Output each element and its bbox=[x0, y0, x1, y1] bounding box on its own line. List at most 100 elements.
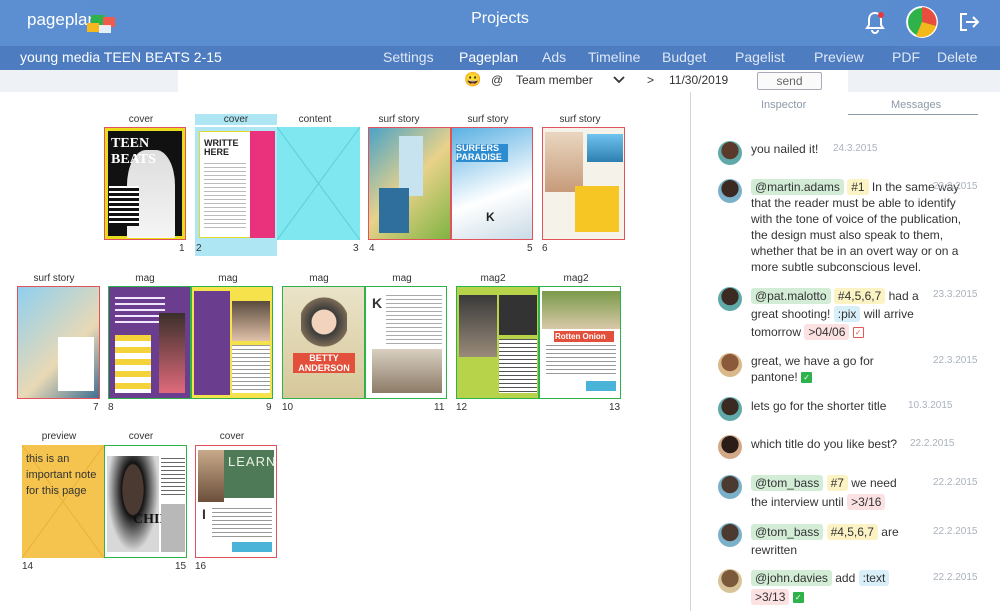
page-number: 11 bbox=[434, 402, 445, 413]
message-date: 22.2.2015 bbox=[933, 572, 978, 583]
page-thumbnail[interactable]: TEEN BEATS bbox=[104, 127, 186, 240]
page-label: mag bbox=[309, 273, 329, 284]
message-filter-bar: 😀 @ Team member > 11/30/2019 send bbox=[0, 70, 1000, 92]
article-headline: SURFERS PARADISE bbox=[456, 144, 508, 162]
message-text: add bbox=[835, 571, 856, 585]
drop-cap: I bbox=[202, 506, 206, 522]
drop-cap: K bbox=[486, 210, 495, 224]
menu-pdf[interactable]: PDF bbox=[892, 49, 920, 65]
text-tag[interactable]: :pix bbox=[833, 306, 861, 322]
page-placeholder[interactable] bbox=[277, 127, 360, 240]
send-button[interactable]: send bbox=[757, 72, 822, 90]
active-tab-underline bbox=[848, 114, 978, 115]
page-tag[interactable]: #1 bbox=[847, 179, 869, 195]
avatar bbox=[718, 287, 742, 311]
page-number: 15 bbox=[175, 561, 187, 572]
page-label: content bbox=[298, 114, 332, 125]
project-name: young media TEEN BEATS 2-15 bbox=[20, 49, 222, 65]
mention-tag[interactable]: @pat.malotto bbox=[751, 288, 831, 304]
filter-inner: 😀 @ Team member > 11/30/2019 bbox=[178, 70, 848, 92]
tab-messages[interactable]: Messages bbox=[891, 99, 941, 111]
unchecked-task-icon[interactable]: ✓ bbox=[852, 327, 864, 339]
page-thumbnail[interactable]: LEARN I bbox=[195, 445, 277, 558]
message-date: 22.2.2015 bbox=[933, 477, 978, 488]
page-thumbnail[interactable] bbox=[17, 286, 100, 399]
page-number: 1 bbox=[179, 243, 185, 254]
page-note: this is an important note for this page bbox=[26, 453, 97, 497]
page-thumbnail[interactable] bbox=[108, 286, 191, 399]
mention-tag[interactable]: @martin.adams bbox=[751, 179, 844, 195]
message: @tom_bass #7 we need the interview until… bbox=[751, 474, 911, 512]
due-tag[interactable]: >3/16 bbox=[847, 494, 886, 510]
page-thumbnail[interactable]: K bbox=[365, 286, 447, 399]
due-tag[interactable]: >04/06 bbox=[804, 324, 850, 340]
tab-inspector[interactable]: Inspector bbox=[761, 99, 806, 111]
menu-delete[interactable]: Delete bbox=[937, 49, 977, 65]
page-thumbnail[interactable] bbox=[542, 127, 625, 240]
page-thumbnail[interactable]: BETTY ANDERSON bbox=[282, 286, 365, 399]
avatar bbox=[718, 353, 742, 377]
page-label: cover bbox=[128, 114, 154, 125]
panel-divider bbox=[690, 92, 691, 611]
page-thumbnail[interactable]: CHILLI bbox=[104, 445, 187, 558]
logout-icon[interactable] bbox=[958, 11, 980, 33]
message-date: 22.2.2015 bbox=[933, 526, 978, 537]
article-headline: WRITTE HERE bbox=[204, 138, 239, 157]
message: @john.davies add :text >3/13 ✓ bbox=[751, 569, 911, 607]
menu-pagelist[interactable]: Pagelist bbox=[735, 49, 785, 65]
article-headline: Rotten Onion bbox=[554, 331, 614, 342]
page-number: 6 bbox=[542, 243, 548, 254]
menu-budget[interactable]: Budget bbox=[662, 49, 706, 65]
page-label: cover bbox=[195, 114, 277, 125]
mention-tag[interactable]: @tom_bass bbox=[751, 475, 824, 491]
page-label: cover bbox=[128, 431, 154, 442]
avatar bbox=[718, 475, 742, 499]
user-avatar-chart-icon[interactable] bbox=[906, 6, 938, 38]
page-preview-note[interactable]: this is an important note for this page bbox=[22, 445, 104, 558]
cover-headline: TEEN BEATS bbox=[111, 136, 156, 167]
team-member-select[interactable]: Team member bbox=[516, 73, 593, 87]
page-number: 2 bbox=[196, 243, 202, 254]
menu-settings[interactable]: Settings bbox=[383, 49, 434, 65]
menu-ads[interactable]: Ads bbox=[542, 49, 566, 65]
page-tag[interactable]: #4,5,6,7 bbox=[833, 288, 886, 304]
menu-timeline[interactable]: Timeline bbox=[588, 49, 640, 65]
checked-task-icon[interactable]: ✓ bbox=[792, 592, 804, 604]
page-number: 12 bbox=[456, 402, 468, 413]
page-label: mag bbox=[135, 273, 155, 284]
page-thumbnail[interactable]: SURFERS PARADISE K bbox=[451, 127, 533, 240]
page-number: 3 bbox=[353, 243, 359, 254]
message: great, we have a go for pantone! ✓ bbox=[751, 353, 891, 385]
project-nav-bar: young media TEEN BEATS 2-15 Settings Pag… bbox=[0, 46, 1000, 70]
due-date-field[interactable]: 11/30/2019 bbox=[669, 73, 728, 87]
due-tag[interactable]: >3/13 bbox=[751, 589, 790, 605]
page-thumbnail-selected[interactable]: WRITTE HERE bbox=[195, 127, 277, 240]
due-marker: > bbox=[647, 73, 655, 87]
avatar bbox=[718, 179, 742, 203]
page-thumbnail[interactable] bbox=[456, 286, 539, 399]
page-thumbnail[interactable]: Rotten Onion bbox=[539, 286, 621, 399]
page-tag[interactable]: #7 bbox=[826, 475, 848, 491]
page-label: surf story bbox=[467, 114, 509, 125]
top-bar: pageplanr Projects bbox=[0, 0, 1000, 46]
page-number: 5 bbox=[527, 243, 533, 254]
avatar bbox=[718, 523, 742, 547]
mention-tag[interactable]: @tom_bass bbox=[751, 524, 824, 540]
empty-page-cross-icon bbox=[277, 127, 360, 240]
bell-icon[interactable] bbox=[864, 10, 886, 34]
message-text: lets go for the shorter title bbox=[751, 399, 887, 413]
text-tag[interactable]: :text bbox=[858, 570, 890, 586]
avatar bbox=[718, 397, 742, 421]
mention-tag[interactable]: @john.davies bbox=[751, 570, 832, 586]
page-thumbnail[interactable] bbox=[368, 127, 451, 240]
chevron-down-icon[interactable] bbox=[613, 76, 625, 84]
message-date: 23.3.2015 bbox=[933, 181, 978, 192]
message-text: you nailed it! bbox=[751, 142, 819, 156]
checked-task-icon[interactable]: ✓ bbox=[801, 372, 813, 384]
mention-button[interactable]: @ bbox=[491, 73, 503, 87]
menu-preview[interactable]: Preview bbox=[814, 49, 864, 65]
page-tag[interactable]: #4,5,6,7 bbox=[826, 524, 878, 540]
menu-pageplan[interactable]: Pageplan bbox=[459, 49, 518, 65]
emoji-button[interactable]: 😀 bbox=[464, 71, 481, 88]
page-thumbnail[interactable] bbox=[191, 286, 273, 399]
